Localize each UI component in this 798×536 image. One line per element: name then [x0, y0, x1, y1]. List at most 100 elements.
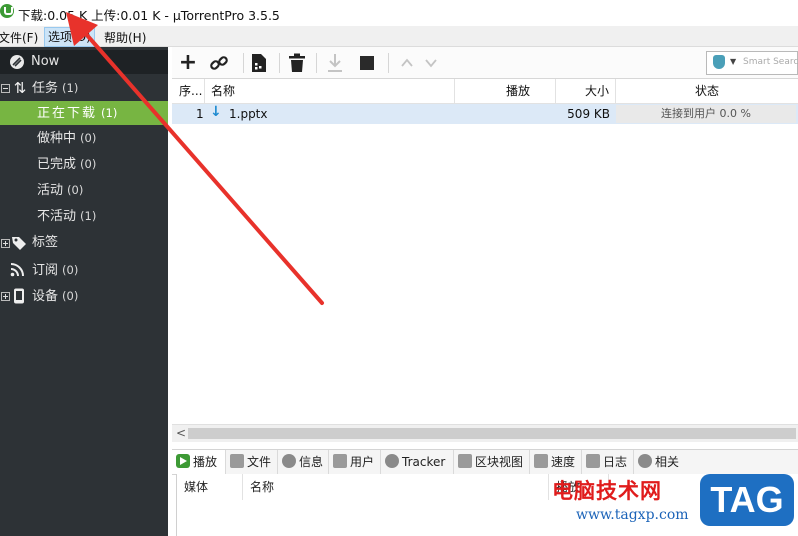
tab-label: 信息: [299, 455, 324, 469]
smart-search[interactable]: ▼ Smart Search: [706, 51, 798, 75]
sidebar-item-feeds[interactable]: 订阅 (0): [0, 258, 168, 282]
expand-icon[interactable]: [1, 239, 10, 248]
tab-speed[interactable]: 速度: [530, 450, 582, 474]
downloading-arrow-icon: ↓: [210, 104, 222, 120]
sidebar-item-active[interactable]: 活动 (0): [0, 178, 168, 202]
watermark-title: 电脑技术网: [552, 479, 662, 503]
scrollbar-thumb[interactable]: [188, 428, 796, 439]
watermark-url: www.tagxp.com: [576, 507, 689, 523]
search-provider-icon[interactable]: [713, 55, 725, 69]
tab-label: 文件: [247, 455, 272, 469]
column-play[interactable]: 播放: [455, 79, 556, 103]
sidebar-item-devices[interactable]: 设备 (0): [0, 284, 168, 308]
collapse-icon[interactable]: [1, 84, 10, 93]
tab-files[interactable]: 文件: [226, 450, 278, 474]
add-torrent-button[interactable]: +: [177, 52, 199, 74]
sidebar-item-now[interactable]: Now: [0, 50, 168, 74]
toolbar: + ▼ Smart Search: [172, 47, 798, 79]
sidebar-item-tasks[interactable]: ⇅ 任务 (1): [0, 76, 168, 100]
torrent-list: 序... 名称 播放 大小 状态 1 ↓ 1.pptx 509 KB 连接到用户…: [172, 79, 798, 424]
sidebar-item-label: 设备: [32, 289, 59, 304]
scroll-left-icon[interactable]: <: [176, 426, 186, 440]
sidebar-item-count: (1): [80, 209, 97, 223]
tasks-icon: ⇅: [13, 79, 27, 97]
tab-label: Tracker: [402, 455, 446, 469]
sidebar-item-label: Now: [31, 54, 60, 69]
tab-label: 日志: [603, 455, 628, 469]
sidebar-item-downloading[interactable]: 正在下载 (1): [0, 101, 168, 125]
add-icon: +: [178, 50, 198, 75]
search-input[interactable]: Smart Search: [743, 57, 798, 67]
column-status[interactable]: 状态: [616, 79, 798, 103]
log-icon: [586, 454, 600, 468]
expand-icon[interactable]: [1, 292, 10, 301]
tab-label: 区块视图: [475, 455, 524, 469]
column-detail-name[interactable]: 名称: [243, 474, 549, 500]
sidebar-item-seeding[interactable]: 做种中 (0): [0, 126, 168, 150]
sidebar-item-label: 不活动: [37, 209, 77, 224]
rss-icon: [10, 263, 24, 277]
sidebar-item-labels[interactable]: 标签: [0, 231, 168, 255]
link-icon: [210, 56, 228, 70]
row-size: 509 KB: [567, 107, 610, 121]
tab-logger[interactable]: 日志: [582, 450, 634, 474]
tab-related[interactable]: 相关: [634, 450, 686, 474]
sidebar-item-inactive[interactable]: 不活动 (1): [0, 204, 168, 228]
menu-file[interactable]: 文件(F): [0, 29, 38, 46]
tab-peers[interactable]: 用户: [329, 450, 381, 474]
column-name[interactable]: 名称: [205, 79, 455, 103]
delete-button[interactable]: [288, 53, 306, 73]
sidebar-item-label: 标签: [32, 235, 59, 250]
chevron-down-icon[interactable]: ▼: [730, 57, 736, 66]
pieces-icon: [458, 454, 472, 468]
horizontal-scrollbar[interactable]: <: [172, 424, 798, 442]
sidebar-item-count: (0): [62, 263, 79, 277]
watermark-badge: TAG: [700, 474, 794, 526]
stop-button[interactable]: [358, 54, 376, 72]
folder-icon: [230, 454, 244, 468]
column-index[interactable]: 序...: [172, 79, 205, 103]
menu-help[interactable]: 帮助(H): [104, 29, 146, 46]
speed-chart-icon: [534, 454, 548, 468]
column-size[interactable]: 大小: [556, 79, 616, 103]
watermark: 电脑技术网 www.tagxp.com TAG: [548, 474, 798, 536]
tab-label: 播放: [193, 455, 218, 469]
menu-options[interactable]: 选项(O): [44, 27, 95, 47]
move-down-button[interactable]: [424, 56, 438, 70]
list-header: 序... 名称 播放 大小 状态: [172, 79, 798, 104]
sidebar-item-count: (1): [101, 106, 118, 120]
toolbar-separator: [279, 53, 280, 73]
move-up-button[interactable]: [400, 56, 414, 70]
tab-info[interactable]: 信息: [278, 450, 329, 474]
tab-play[interactable]: 播放: [172, 450, 226, 474]
column-media[interactable]: 媒体: [177, 474, 243, 500]
tab-label: 用户: [350, 455, 375, 469]
sidebar-item-label: 已完成: [37, 157, 77, 172]
sidebar-item-label: 正在下载: [37, 106, 98, 121]
create-torrent-button[interactable]: [250, 53, 268, 73]
tab-pieces[interactable]: 区块视图: [454, 450, 530, 474]
sidebar-item-count: (0): [67, 183, 84, 197]
tab-label: 速度: [551, 455, 576, 469]
add-link-button[interactable]: [209, 53, 229, 73]
download-icon: [328, 54, 342, 72]
window-title: 下载:0.05 K 上传:0.01 K - μTorrentPro 3.5.5: [18, 8, 280, 23]
up-icon: [401, 58, 413, 67]
sidebar-item-count: (0): [62, 289, 79, 303]
tracker-icon: [385, 454, 399, 468]
users-icon: [333, 454, 347, 468]
stop-icon: [360, 56, 374, 70]
start-download-button[interactable]: [326, 53, 344, 73]
table-row[interactable]: 1 ↓ 1.pptx 509 KB 连接到用户 0.0 %: [172, 104, 798, 124]
detail-tabs: 播放 文件 信息 用户 Tracker 区块视图 速度 日志 相关: [172, 449, 798, 475]
row-status: 连接到用户 0.0 %: [616, 105, 796, 123]
row-index: 1: [196, 107, 204, 121]
sidebar-item-completed[interactable]: 已完成 (0): [0, 152, 168, 176]
toolbar-separator: [388, 53, 389, 73]
sidebar-item-label: 任务: [32, 81, 59, 96]
sidebar-item-count: (0): [80, 157, 97, 171]
now-icon: [10, 55, 24, 69]
tab-tracker[interactable]: Tracker: [381, 450, 454, 474]
menu-bar: 文件(F) 选项(O) 帮助(H): [0, 26, 798, 47]
sidebar: Now ⇅ 任务 (1) 正在下载 (1) 做种中 (0) 已完成 (0) 活动 (0) …: [0, 47, 168, 536]
